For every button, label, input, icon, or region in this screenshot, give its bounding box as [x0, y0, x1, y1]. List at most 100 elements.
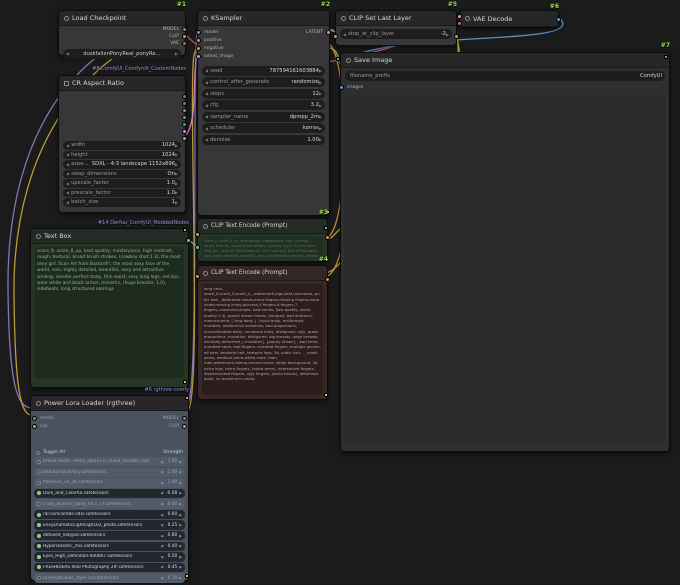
lora-row[interactable]: ral-comcombe-sdxl.safetensors ◀ 0.60 ▶ — [34, 510, 185, 519]
input-slot[interactable]: negative — [198, 44, 329, 52]
decrement-arrow-icon[interactable]: ◀ — [343, 32, 346, 37]
widget-row[interactable]: ◀ height 1024 ▶ — [63, 151, 181, 160]
lora-toggle[interactable] — [37, 460, 41, 464]
input-slot[interactable]: images — [341, 83, 669, 91]
strength-decrement-icon[interactable]: ◀ — [160, 544, 163, 548]
widget-row[interactable]: ◀ prescale_factor 1.0 ▶ — [63, 189, 181, 198]
input-slot-icon[interactable] — [196, 38, 201, 43]
decrement-arrow-icon[interactable]: ◀ — [205, 126, 208, 131]
lora-row[interactable]: finemula_v0_2b.safetensors ◀ 1.00 ▶ — [34, 478, 185, 487]
lora-toggle[interactable] — [37, 565, 41, 569]
increment-arrow-icon[interactable]: ▶ — [319, 103, 322, 108]
input-slot-icon[interactable] — [32, 424, 37, 429]
widget-row[interactable]: ◀ control_after_generate randomize ▶ — [202, 77, 325, 87]
output-slot[interactable]: MODEL — [59, 26, 185, 33]
lora-toggle[interactable] — [37, 523, 41, 527]
prompt-textarea[interactable]: long neck, score_6,score_5,score_4,,,wat… — [202, 284, 323, 395]
toggle-all-switch[interactable] — [36, 451, 40, 455]
increment-arrow-icon[interactable]: ▶ — [319, 114, 322, 119]
strength-increment-icon[interactable]: ▶ — [179, 576, 182, 580]
increment-arrow-icon[interactable]: ▶ — [175, 152, 178, 157]
increment-arrow-icon[interactable]: ▶ — [175, 200, 178, 205]
decrement-arrow-icon[interactable]: ◀ — [66, 143, 69, 148]
output-slot-icon[interactable] — [182, 424, 187, 429]
output-slot[interactable]: CLIP — [59, 33, 185, 40]
lora-row[interactable]: detailed_notyper.safetensors ◀ 0.80 ▶ — [34, 531, 185, 540]
input-slot-icon[interactable] — [195, 245, 200, 250]
input-slot[interactable]: clip — [34, 422, 94, 430]
collapse-icon[interactable] — [64, 81, 69, 86]
node-header[interactable]: Save Image — [341, 53, 669, 68]
output-slot[interactable]: VAE — [59, 40, 185, 47]
node-header[interactable]: CLIP Set Last Layer — [336, 11, 456, 26]
lora-toggle[interactable] — [37, 513, 41, 517]
lora-toggle[interactable] — [37, 502, 41, 506]
combo-right-arrow-icon[interactable]: ▶ — [175, 51, 178, 56]
widget-row[interactable]: ◀ width 1024 ▶ — [63, 141, 181, 150]
widget-row[interactable]: ◀ scheduler karras ▶ — [202, 123, 325, 133]
node-text-box[interactable]: Text Box score_9, score_8_up, best quali… — [30, 228, 189, 388]
strength-decrement-icon[interactable]: ◀ — [160, 470, 163, 474]
input-slot-icon[interactable] — [339, 85, 344, 90]
output-slot-icon[interactable] — [182, 101, 187, 106]
widget-row[interactable]: ◀ stop_at_clip_layer -2 ▶ — [340, 29, 452, 39]
decrement-arrow-icon[interactable]: ◀ — [205, 114, 208, 119]
strength-increment-icon[interactable]: ▶ — [179, 460, 182, 464]
decrement-arrow-icon[interactable]: ◀ — [205, 68, 208, 73]
increment-arrow-icon[interactable]: ▶ — [319, 91, 322, 96]
collapse-icon[interactable] — [346, 58, 351, 63]
input-slot-icon[interactable] — [195, 274, 200, 279]
input-slot-icon[interactable] — [196, 46, 201, 51]
increment-arrow-icon[interactable]: ▶ — [446, 32, 449, 37]
lora-toggle[interactable] — [37, 544, 41, 548]
node-cr-aspect-ratio[interactable]: CR Aspect Ratio ◀ width 1024 ▶ — [58, 75, 186, 213]
node-header[interactable]: CR Aspect Ratio — [59, 76, 185, 91]
decrement-arrow-icon[interactable]: ◀ — [66, 162, 69, 167]
strength-decrement-icon[interactable]: ◀ — [160, 491, 163, 495]
strength-decrement-icon[interactable]: ◀ — [160, 502, 163, 506]
decrement-arrow-icon[interactable]: ◀ — [66, 181, 69, 186]
input-slot-icon[interactable] — [196, 54, 201, 59]
ckpt-name-combo[interactable]: ◀ duskfallenPonyReal_ponyRe… ▶ — [63, 49, 181, 59]
lora-toggle[interactable] — [37, 534, 41, 538]
output-slot[interactable]: LATENT — [279, 28, 329, 36]
node-header[interactable]: KSampler — [198, 11, 329, 26]
node-vae-decode[interactable]: VAE Decode — [459, 10, 559, 28]
decrement-arrow-icon[interactable]: ◀ — [205, 137, 208, 142]
increment-arrow-icon[interactable]: ▶ — [319, 80, 322, 85]
output-slot[interactable]: CLIP — [125, 422, 185, 430]
prompt-textarea[interactable]: score_9, score_8_up, best quality, maste… — [35, 247, 184, 378]
strength-decrement-icon[interactable]: ◀ — [160, 460, 163, 464]
decrement-arrow-icon[interactable]: ◀ — [205, 91, 208, 96]
collapse-icon[interactable] — [64, 16, 69, 21]
output-slot[interactable]: MODEL — [125, 414, 185, 422]
strength-increment-icon[interactable]: ▶ — [179, 555, 182, 559]
input-slot-icon[interactable] — [457, 14, 462, 19]
prompt-textarea[interactable]: score_9, score_8_up, best quality, maste… — [202, 237, 323, 258]
strength-increment-icon[interactable]: ▶ — [179, 470, 182, 474]
node-header[interactable]: CLIP Text Encode (Prompt) — [198, 219, 327, 234]
output-slot-icon[interactable] — [182, 136, 187, 141]
decrement-arrow-icon[interactable]: ◀ — [66, 190, 69, 195]
lora-toggle[interactable] — [37, 470, 41, 474]
output-slot-icon[interactable] — [182, 27, 187, 32]
widget-row[interactable]: ◀ sampler_name dpmpp_2m ▶ — [202, 112, 325, 122]
output-slot-icon[interactable] — [556, 17, 561, 22]
strength-increment-icon[interactable]: ▶ — [179, 502, 182, 506]
strength-increment-icon[interactable]: ▶ — [179, 491, 182, 495]
lora-row[interactable]: Dark_and_Colorful.safetensors ◀ -0.08 ▶ — [34, 489, 185, 498]
increment-arrow-icon[interactable]: ▶ — [175, 143, 178, 148]
strength-increment-icon[interactable]: ▶ — [179, 565, 182, 569]
increment-arrow-icon[interactable]: ▶ — [319, 137, 322, 142]
input-slot-icon[interactable] — [457, 21, 462, 26]
output-slot-icon[interactable] — [186, 238, 191, 243]
increment-arrow-icon[interactable]: ▶ — [175, 181, 178, 186]
lora-row[interactable]: BeautyInBullPony.safetensors ◀ 1.00 ▶ — [34, 468, 185, 477]
output-slot-icon[interactable] — [182, 34, 187, 39]
output-slot-icon[interactable] — [182, 108, 187, 113]
strength-increment-icon[interactable]: ▶ — [179, 523, 182, 527]
lora-row[interactable]: EnvyDramaticLightingXL02_photo.safetenso… — [34, 520, 185, 529]
strength-decrement-icon[interactable]: ◀ — [160, 513, 163, 517]
widget-row[interactable]: ◀ upscale_factor 1.0 ▶ — [63, 179, 181, 188]
input-slot-icon[interactable] — [32, 416, 37, 421]
